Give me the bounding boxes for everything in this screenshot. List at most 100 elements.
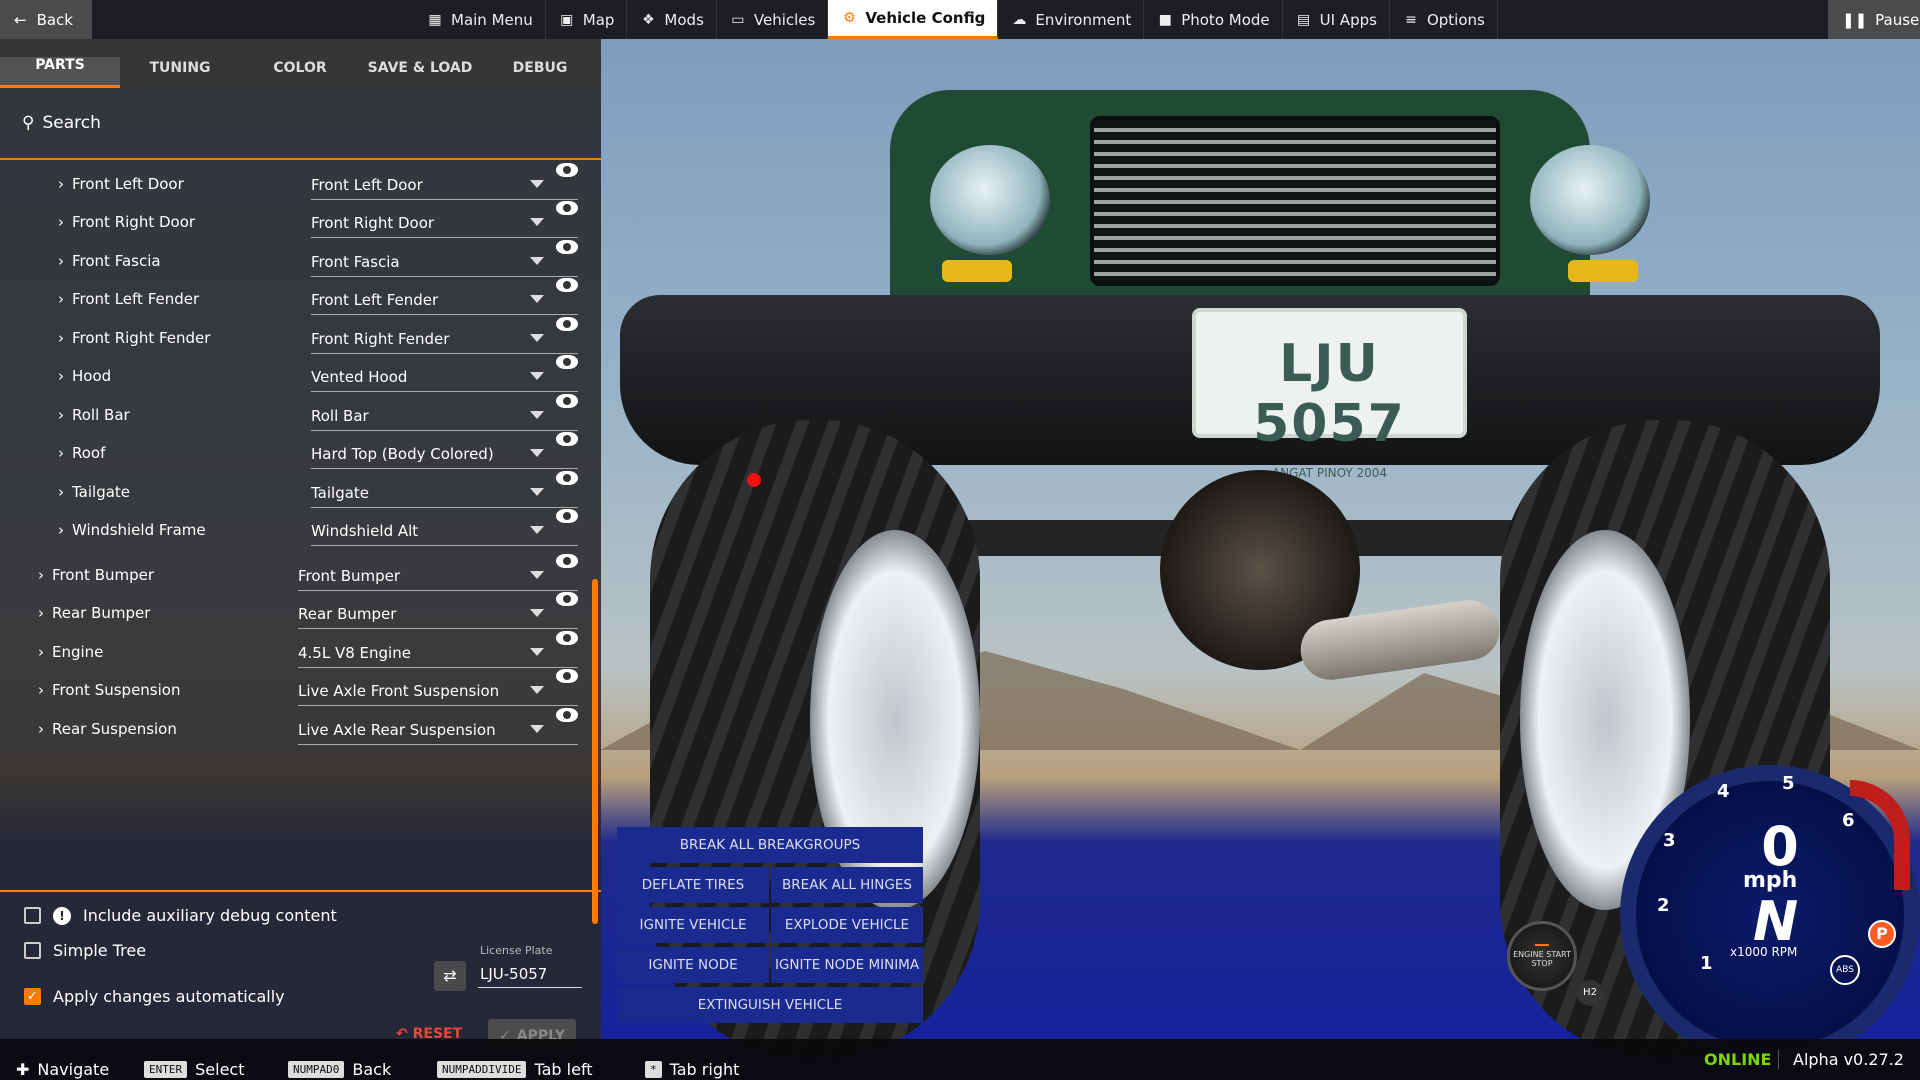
menu-item-options[interactable]: ≡ Options xyxy=(1390,0,1498,39)
part-select[interactable]: Windshield Alt xyxy=(311,516,578,546)
menu-item-map[interactable]: ▣ Map xyxy=(546,0,628,39)
parts-scrollbar[interactable] xyxy=(592,579,598,924)
part-select[interactable]: 4.5L V8 Engine xyxy=(298,638,578,668)
simple-tree-checkbox[interactable] xyxy=(24,942,41,959)
eye-icon[interactable] xyxy=(556,278,578,292)
eye-icon[interactable] xyxy=(556,394,578,408)
hint-label: Tab left xyxy=(534,1059,593,1079)
part-select-value: Tailgate xyxy=(311,483,370,502)
tab-tuning[interactable]: TUNING xyxy=(120,60,240,88)
chevron-down-icon xyxy=(530,218,544,226)
part-select[interactable]: Hard Top (Body Colored) xyxy=(311,439,578,469)
part-name: › Front Suspension xyxy=(38,681,180,699)
eye-icon[interactable] xyxy=(556,471,578,485)
tab-parts[interactable]: PARTS xyxy=(0,57,120,88)
part-select-value: Live Axle Front Suspension xyxy=(298,681,500,700)
chevron-right-icon[interactable]: › xyxy=(58,175,64,193)
action-break-all-breakgroupsbutton[interactable]: BREAK ALL BREAKGROUPS xyxy=(617,827,923,863)
action-ignite-nodebutton[interactable]: IGNITE NODE xyxy=(617,947,769,983)
chevron-right-icon[interactable]: › xyxy=(58,213,64,231)
aux-debug-checkbox[interactable] xyxy=(24,907,41,924)
eye-icon[interactable] xyxy=(556,355,578,369)
chevron-right-icon[interactable]: › xyxy=(58,483,64,501)
license-plate-input[interactable] xyxy=(478,960,582,988)
apply-auto-checkbox[interactable]: ✓ xyxy=(24,988,41,1005)
action-explode-vehiclebutton[interactable]: EXPLODE VEHICLE xyxy=(771,907,923,943)
pause-button[interactable]: ❚❚ Pause xyxy=(1828,0,1920,39)
tab-save-load[interactable]: SAVE & LOAD xyxy=(360,60,480,88)
eye-icon[interactable] xyxy=(556,240,578,254)
part-select[interactable]: Front Fascia xyxy=(311,247,578,277)
pause-icon: ❚❚ xyxy=(1842,10,1868,29)
apply-auto-option[interactable]: ✓ Apply changes automatically xyxy=(24,987,285,1006)
chevron-right-icon[interactable]: › xyxy=(38,643,44,661)
search-icon: ⚲ xyxy=(22,113,35,133)
action-extinguish-vehiclebutton[interactable]: EXTINGUISH VEHICLE xyxy=(617,987,923,1023)
chevron-right-icon[interactable]: › xyxy=(58,367,64,385)
chevron-down-icon xyxy=(530,295,544,303)
tab-debug[interactable]: DEBUG xyxy=(480,60,600,88)
chevron-right-icon[interactable]: › xyxy=(58,406,64,424)
camera-icon: ■ xyxy=(1158,11,1172,28)
part-select[interactable]: Front Bumper xyxy=(298,561,578,591)
rpm-tick-label: 2 xyxy=(1657,895,1670,916)
eye-icon[interactable] xyxy=(556,669,578,683)
part-select-value: Vented Hood xyxy=(311,367,408,386)
back-button[interactable]: ← Back xyxy=(0,0,92,39)
menu-item-photo-mode[interactable]: ■ Photo Mode xyxy=(1144,0,1283,39)
simple-tree-option[interactable]: Simple Tree xyxy=(24,941,146,960)
eye-icon[interactable] xyxy=(556,432,578,446)
chevron-right-icon[interactable]: › xyxy=(38,604,44,622)
part-select-value: Roll Bar xyxy=(311,406,369,425)
engine-start-stop-button[interactable]: ENGINE START STOP xyxy=(1507,921,1577,991)
eye-icon[interactable] xyxy=(556,317,578,331)
action-break-all-hingesbutton[interactable]: BREAK ALL HINGES xyxy=(771,867,923,903)
chevron-right-icon[interactable]: › xyxy=(58,252,64,270)
part-select[interactable]: Roll Bar xyxy=(311,401,578,431)
search-bar[interactable]: ⚲ Search xyxy=(0,88,601,160)
randomize-plate-button[interactable]: ⇄ xyxy=(434,961,466,991)
eye-icon[interactable] xyxy=(556,509,578,523)
part-select[interactable]: Live Axle Front Suspension xyxy=(298,676,578,706)
part-select[interactable]: Front Right Door xyxy=(311,208,578,238)
part-row[interactable]: › Windshield Frame Windshield Alt xyxy=(58,506,578,553)
menu-item-ui-apps[interactable]: ▤ UI Apps xyxy=(1283,0,1390,39)
eye-icon[interactable] xyxy=(556,554,578,568)
menu-item-vehicle-config[interactable]: ⚙ Vehicle Config xyxy=(828,0,999,39)
part-select[interactable]: Live Axle Rear Suspension xyxy=(298,715,578,745)
menu-item-mods[interactable]: ❖ Mods xyxy=(627,0,717,39)
tab-color[interactable]: COLOR xyxy=(240,60,360,88)
menu-item-vehicles[interactable]: ▭ Vehicles xyxy=(717,0,829,39)
aux-debug-option[interactable]: ! Include auxiliary debug content xyxy=(24,906,337,925)
part-select[interactable]: Front Left Fender xyxy=(311,285,578,315)
part-select[interactable]: Front Right Fender xyxy=(311,324,578,354)
eye-icon[interactable] xyxy=(556,708,578,722)
chevron-right-icon[interactable]: › xyxy=(38,566,44,584)
menu-item-label: UI Apps xyxy=(1319,10,1377,29)
menu-item-label: Vehicle Config xyxy=(865,9,986,27)
part-select[interactable]: Front Left Door xyxy=(311,170,578,200)
part-row[interactable]: › Rear Suspension Live Axle Rear Suspensio… xyxy=(38,705,578,752)
chevron-right-icon[interactable]: › xyxy=(58,444,64,462)
chevron-right-icon[interactable]: › xyxy=(58,329,64,347)
menu-item-label: Vehicles xyxy=(753,10,816,29)
part-label: Rear Suspension xyxy=(52,719,177,738)
chevron-right-icon[interactable]: › xyxy=(58,290,64,308)
rpm-unit: x1000 RPM xyxy=(1730,945,1798,959)
eye-icon[interactable] xyxy=(556,163,578,177)
eye-icon[interactable] xyxy=(556,592,578,606)
car-icon: ▭ xyxy=(731,11,745,28)
chevron-right-icon[interactable]: › xyxy=(38,720,44,738)
menu-item-environment[interactable]: ☁ Environment xyxy=(998,0,1145,39)
chevron-right-icon[interactable]: › xyxy=(58,521,64,539)
eye-icon[interactable] xyxy=(556,631,578,645)
action-ignite-node-minimabutton[interactable]: IGNITE NODE MINIMA xyxy=(771,947,923,983)
part-select[interactable]: Vented Hood xyxy=(311,362,578,392)
action-ignite-vehiclebutton[interactable]: IGNITE VEHICLE xyxy=(617,907,769,943)
action-deflate-tiresbutton[interactable]: DEFLATE TIRES xyxy=(617,867,769,903)
chevron-right-icon[interactable]: › xyxy=(38,681,44,699)
eye-icon[interactable] xyxy=(556,201,578,215)
part-select[interactable]: Tailgate xyxy=(311,478,578,508)
part-select[interactable]: Rear Bumper xyxy=(298,599,578,629)
menu-item-main-menu[interactable]: ▦ Main Menu xyxy=(414,0,546,39)
